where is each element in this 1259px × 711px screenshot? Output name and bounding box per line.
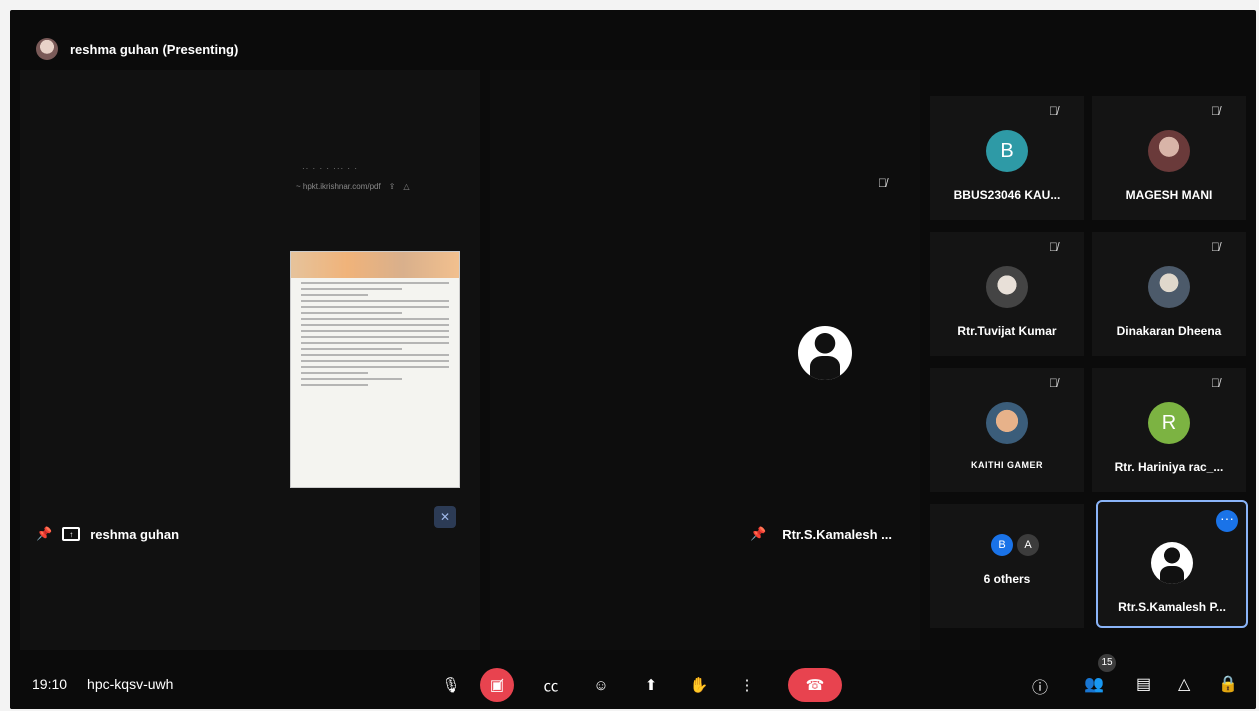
mic-off-icon: 🎙̸: [1049, 376, 1058, 390]
participant-name: Dinakaran Dheena: [1116, 324, 1222, 338]
presenter-tile-name: reshma guhan: [90, 526, 180, 542]
avatar: [1151, 542, 1193, 584]
present-icon: ↑: [62, 527, 81, 541]
participant-tile[interactable]: 🎙̸ B BBUS23046 KAU...: [930, 96, 1084, 220]
participant-name: MAGESH MANI: [1125, 188, 1213, 202]
phone-hangup-icon[interactable]: ☎: [788, 668, 842, 702]
mic-off-icon: 🎙̸: [1211, 104, 1220, 118]
participant-tile[interactable]: 🎙̸ Dinakaran Dheena: [1092, 232, 1246, 356]
participant-tile[interactable]: 🎙̸ MAGESH MANI: [1092, 96, 1246, 220]
others-tile[interactable]: B A 6 others: [930, 504, 1084, 628]
more-options-icon[interactable]: ···: [1216, 510, 1238, 532]
more-icon[interactable]: ⋮: [730, 668, 764, 702]
present-icon[interactable]: ⬆: [634, 668, 668, 702]
participant-count-badge: 15: [1098, 654, 1116, 672]
pinned-tile[interactable]: [490, 70, 920, 650]
meet-window: reshma guhan (Presenting) ·· · · · ··· ·…: [10, 10, 1256, 709]
presenter-label: reshma guhan (Presenting): [70, 41, 239, 57]
meeting-time: 19:10: [32, 676, 68, 692]
participant-tile[interactable]: 🎙̸ KAITHI GAMER: [930, 368, 1084, 492]
presentation-label: 📌 ↑ reshma guhan: [36, 526, 179, 542]
pin-icon[interactable]: 📌: [36, 526, 52, 542]
participant-tile[interactable]: 🎙̸ Rtr.Tuvijat Kumar: [930, 232, 1084, 356]
camera-off-icon[interactable]: ▣̸: [480, 668, 514, 702]
meeting-code: hpc-kqsv-uwh: [87, 676, 174, 692]
shared-phone-bar: ·· · · · ··· · · ~ hpkt.ikrishnar.com/pd…: [290, 160, 470, 200]
avatar: A: [1017, 534, 1039, 556]
active-speaker-tile[interactable]: ··· Rtr.S.Kamalesh P...: [1096, 500, 1248, 628]
avatar: [986, 266, 1028, 308]
emoji-icon[interactable]: ☺: [584, 668, 618, 702]
participant-tile[interactable]: 🎙̸ R Rtr. Hariniya rac_...: [1092, 368, 1246, 492]
drive-icon: △: [403, 182, 410, 191]
phone-url: ~ hpkt.ikrishnar.com/pdf: [296, 182, 381, 191]
share-icon: ⇪: [388, 182, 396, 191]
captions-icon[interactable]: ㏄: [534, 668, 568, 702]
control-bar: 19:10 hpc-kqsv-uwh 🎙 ▣̸ ㏄ ☺ ⬆ ✋ ⋮ ☎ ⓘ 15…: [10, 650, 1256, 709]
avatar: [986, 402, 1028, 444]
collapse-icon[interactable]: ✕: [434, 506, 456, 528]
chat-icon[interactable]: ▤: [1136, 674, 1151, 694]
pinned-name: Rtr.S.Kamalesh ...: [782, 526, 893, 542]
mic-off-icon: 🎙̸: [1211, 376, 1220, 390]
pinned-label: 📌 Rtr.S.Kamalesh ...: [750, 526, 892, 542]
participant-name: Rtr.Tuvijat Kumar: [957, 324, 1057, 338]
participant-name: Rtr. Hariniya rac_...: [1114, 460, 1224, 474]
lock-icon[interactable]: 🔒: [1218, 674, 1238, 694]
avatar: R: [1148, 402, 1190, 444]
pin-icon[interactable]: 📌: [750, 526, 766, 542]
participant-name: BBUS23046 KAU...: [953, 188, 1061, 202]
participant-name: Rtr.S.Kamalesh P...: [1118, 600, 1226, 614]
document-banner: [291, 252, 459, 278]
avatar: B: [986, 130, 1028, 172]
others-label: 6 others: [983, 572, 1031, 586]
people-icon[interactable]: 👥: [1084, 674, 1104, 694]
activities-icon[interactable]: △: [1178, 674, 1190, 694]
avatar: [1148, 130, 1190, 172]
meeting-info: 19:10 hpc-kqsv-uwh: [32, 676, 173, 692]
phone-status: ·· · · · ··· · ·: [302, 164, 358, 173]
hand-icon[interactable]: ✋: [682, 668, 716, 702]
avatar: [1148, 266, 1190, 308]
avatar: B: [991, 534, 1013, 556]
participant-name: KAITHI GAMER: [971, 460, 1043, 470]
presenter-avatar: [36, 38, 58, 60]
shared-document: [290, 251, 460, 488]
mic-icon[interactable]: 🎙: [434, 668, 468, 702]
mic-off-icon: 🎙̸: [1049, 104, 1058, 118]
info-icon[interactable]: ⓘ: [1032, 674, 1048, 698]
pinned-avatar: [798, 326, 852, 380]
mic-off-icon: 🎙̸: [1049, 240, 1058, 254]
mic-off-icon: 🎙̸: [878, 176, 887, 190]
presenter-header: reshma guhan (Presenting): [36, 38, 238, 60]
mic-off-icon: 🎙̸: [1211, 240, 1220, 254]
